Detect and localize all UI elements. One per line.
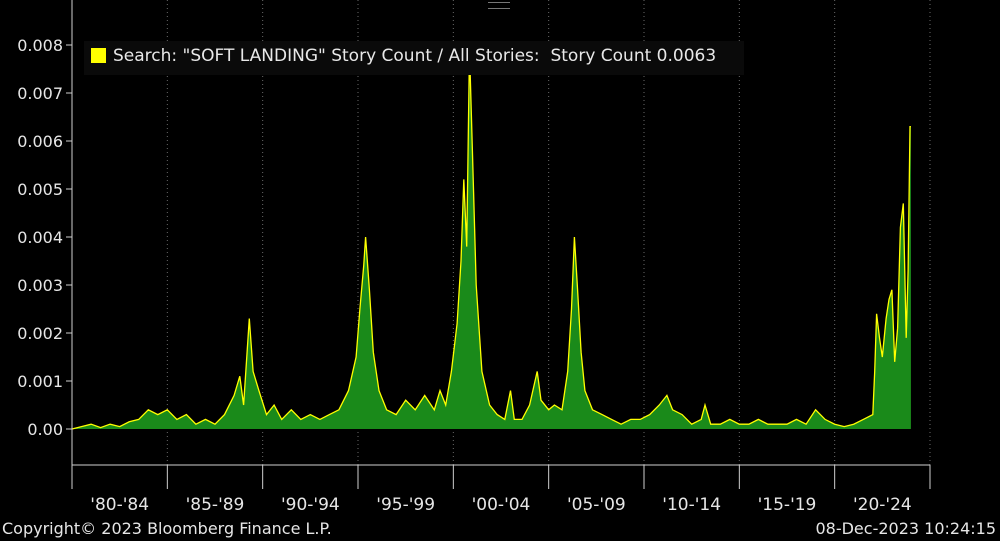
x-tick-label: '15-'19 bbox=[758, 495, 817, 515]
series-fill bbox=[72, 49, 911, 430]
x-tick-label: '05-'09 bbox=[567, 495, 626, 515]
resize-grip[interactable] bbox=[488, 2, 510, 9]
chart: 0.00 0.001 0.002 0.003 0.004 0.005 0.006 0.007 0… bbox=[17, 0, 931, 515]
y-tick-label: 0.005 bbox=[17, 180, 63, 199]
x-tick-label: '10-'14 bbox=[662, 495, 721, 515]
legend-swatch bbox=[91, 48, 106, 63]
x-tick-label: '95-'99 bbox=[376, 495, 435, 515]
x-tick-label: '90-'94 bbox=[281, 495, 340, 515]
x-tick-label: '20-'24 bbox=[853, 495, 912, 515]
legend-label: Search: "SOFT LANDING" Story Count / All… bbox=[113, 46, 716, 66]
y-tick-label: 0.003 bbox=[17, 276, 63, 295]
y-tick-label: 0.00 bbox=[27, 420, 63, 439]
x-axis: '80-'84 '85-'89 '90-'94 '95-'99 '00-'04 '05-'… bbox=[71, 465, 931, 515]
x-tick-label: '80-'84 bbox=[90, 495, 149, 515]
y-tick-label: 0.006 bbox=[17, 132, 63, 151]
x-tick-label: '85-'89 bbox=[186, 495, 245, 515]
legend-series-label: Search: "SOFT LANDING" Story Count / All… bbox=[113, 46, 540, 66]
timestamp-text: 08-Dec-2023 10:24:15 bbox=[815, 519, 996, 538]
y-tick-label: 0.001 bbox=[17, 372, 63, 391]
series-line bbox=[71, 49, 911, 430]
y-tick-label: 0.007 bbox=[17, 84, 63, 103]
x-tick-label: '00-'04 bbox=[472, 495, 531, 515]
y-axis: 0.00 0.001 0.002 0.003 0.004 0.005 0.006 0.007 0… bbox=[17, 36, 72, 439]
y-tick-label: 0.008 bbox=[17, 36, 63, 55]
y-tick-label: 0.002 bbox=[17, 324, 63, 343]
legend-last-value: 0.0063 bbox=[656, 46, 717, 66]
y-tick-label: 0.004 bbox=[17, 228, 63, 247]
copyright-text: Copyright© 2023 Bloomberg Finance L.P. bbox=[2, 519, 332, 538]
legend-series-name: Story Count bbox=[550, 46, 652, 66]
series-area bbox=[71, 49, 911, 430]
